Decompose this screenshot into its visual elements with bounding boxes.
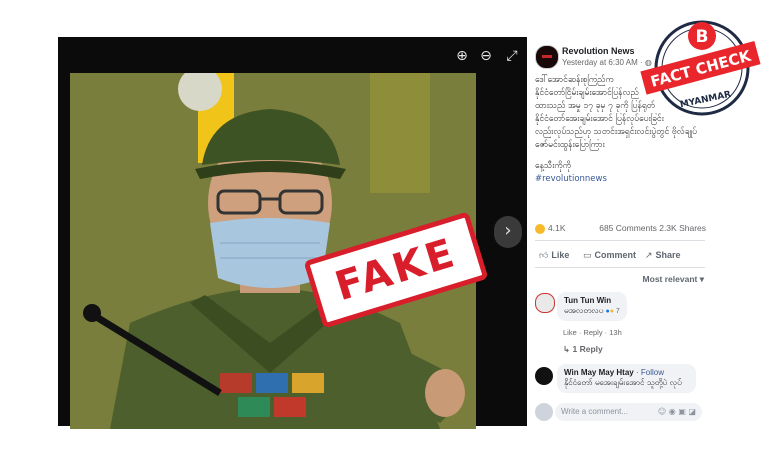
comment-bubble: Tun Tun Win မအလတလပ ●● 7 <box>557 292 627 321</box>
comment-reactions[interactable]: ●● 7 <box>606 308 620 315</box>
comment-text: နိုင်ငံတော် မအေးချမ်းအောင် သူတို့ပဲ လုပ် <box>564 378 682 387</box>
haha-reaction-icon <box>535 223 545 234</box>
comment-sort-dropdown[interactable]: Most relevant ▾ <box>643 274 704 285</box>
post-text-line: လည်းလုပ်သည်ဟု သတင်းအရှင်းလင်းပွဲတွင် ဗို… <box>535 127 697 137</box>
divider <box>535 267 705 268</box>
comment-meta[interactable]: Like · Reply · 13h <box>563 328 622 337</box>
post-signature: နေ့သီးကိုကို <box>535 161 572 171</box>
zoom-in-icon[interactable]: ⊕ <box>454 48 470 64</box>
badge-letter: B <box>696 27 709 47</box>
chevron-right-icon: › <box>504 220 512 241</box>
comment-icon: ▭ <box>583 251 592 261</box>
comment-button[interactable]: ▭ Comment <box>583 250 636 261</box>
comments-shares-count[interactable]: 685 Comments 2.3K Shares <box>599 223 706 233</box>
like-button[interactable]: 👍︎ Like <box>539 250 569 261</box>
next-photo-button[interactable]: › <box>494 216 522 248</box>
page-avatar[interactable] <box>535 45 559 69</box>
sticker-icon[interactable]: ◪ <box>688 407 696 416</box>
comment-input[interactable]: Write a comment... ☺ ◉ ▣ ◪ <box>555 403 702 421</box>
commenter-avatar[interactable] <box>535 367 553 385</box>
zoom-out-icon[interactable]: ⊖ <box>478 48 494 64</box>
share-icon: ↗ <box>645 251 653 261</box>
commenter-avatar[interactable] <box>535 293 555 313</box>
view-replies-link[interactable]: ↳ 1 Reply <box>563 344 603 355</box>
comment-placeholder: Write a comment... <box>561 407 628 416</box>
comment-bubble: Win May May Htay · Follow နိုင်ငံတော် မအ… <box>557 364 696 393</box>
comment-text: မအလတလပ <box>564 306 604 315</box>
thumbs-up-icon: 👍︎ <box>539 251 549 261</box>
user-avatar <box>535 403 553 421</box>
emoji-icon[interactable]: ☺ <box>658 407 666 416</box>
fact-check-badge: B FACT CHECK MYANMAR <box>638 10 762 120</box>
chevron-down-icon: ▾ <box>699 274 704 284</box>
share-button[interactable]: ↗ Share <box>645 250 681 261</box>
divider <box>535 240 705 241</box>
reaction-summary[interactable]: 4.1K <box>535 223 566 234</box>
page-name[interactable]: Revolution News <box>562 46 635 56</box>
reply-arrow-icon: ↳ <box>563 345 571 355</box>
post-hashtag[interactable]: #revolutionnews <box>535 173 705 186</box>
camera-icon[interactable]: ◉ <box>669 407 676 416</box>
photo-viewer: ⊕ ⊖ ⤢ › FAKE <box>58 37 527 429</box>
follow-link[interactable]: · Follow <box>636 368 664 377</box>
composer-icons: ☺ ◉ ▣ ◪ <box>658 403 696 421</box>
commenter-name[interactable]: Win May May Htay · Follow <box>564 368 689 377</box>
haha-reaction-icon: ● <box>609 308 614 315</box>
fact-check-logo: B FACT CHECK MYANMAR <box>640 20 761 116</box>
fullscreen-icon[interactable]: ⤢ <box>504 48 520 64</box>
gif-icon[interactable]: ▣ <box>678 407 686 416</box>
commenter-name[interactable]: Tun Tun Win <box>564 296 620 305</box>
post-text-line: ဇော်မင်းထွန်းပြောကြား <box>535 140 605 150</box>
